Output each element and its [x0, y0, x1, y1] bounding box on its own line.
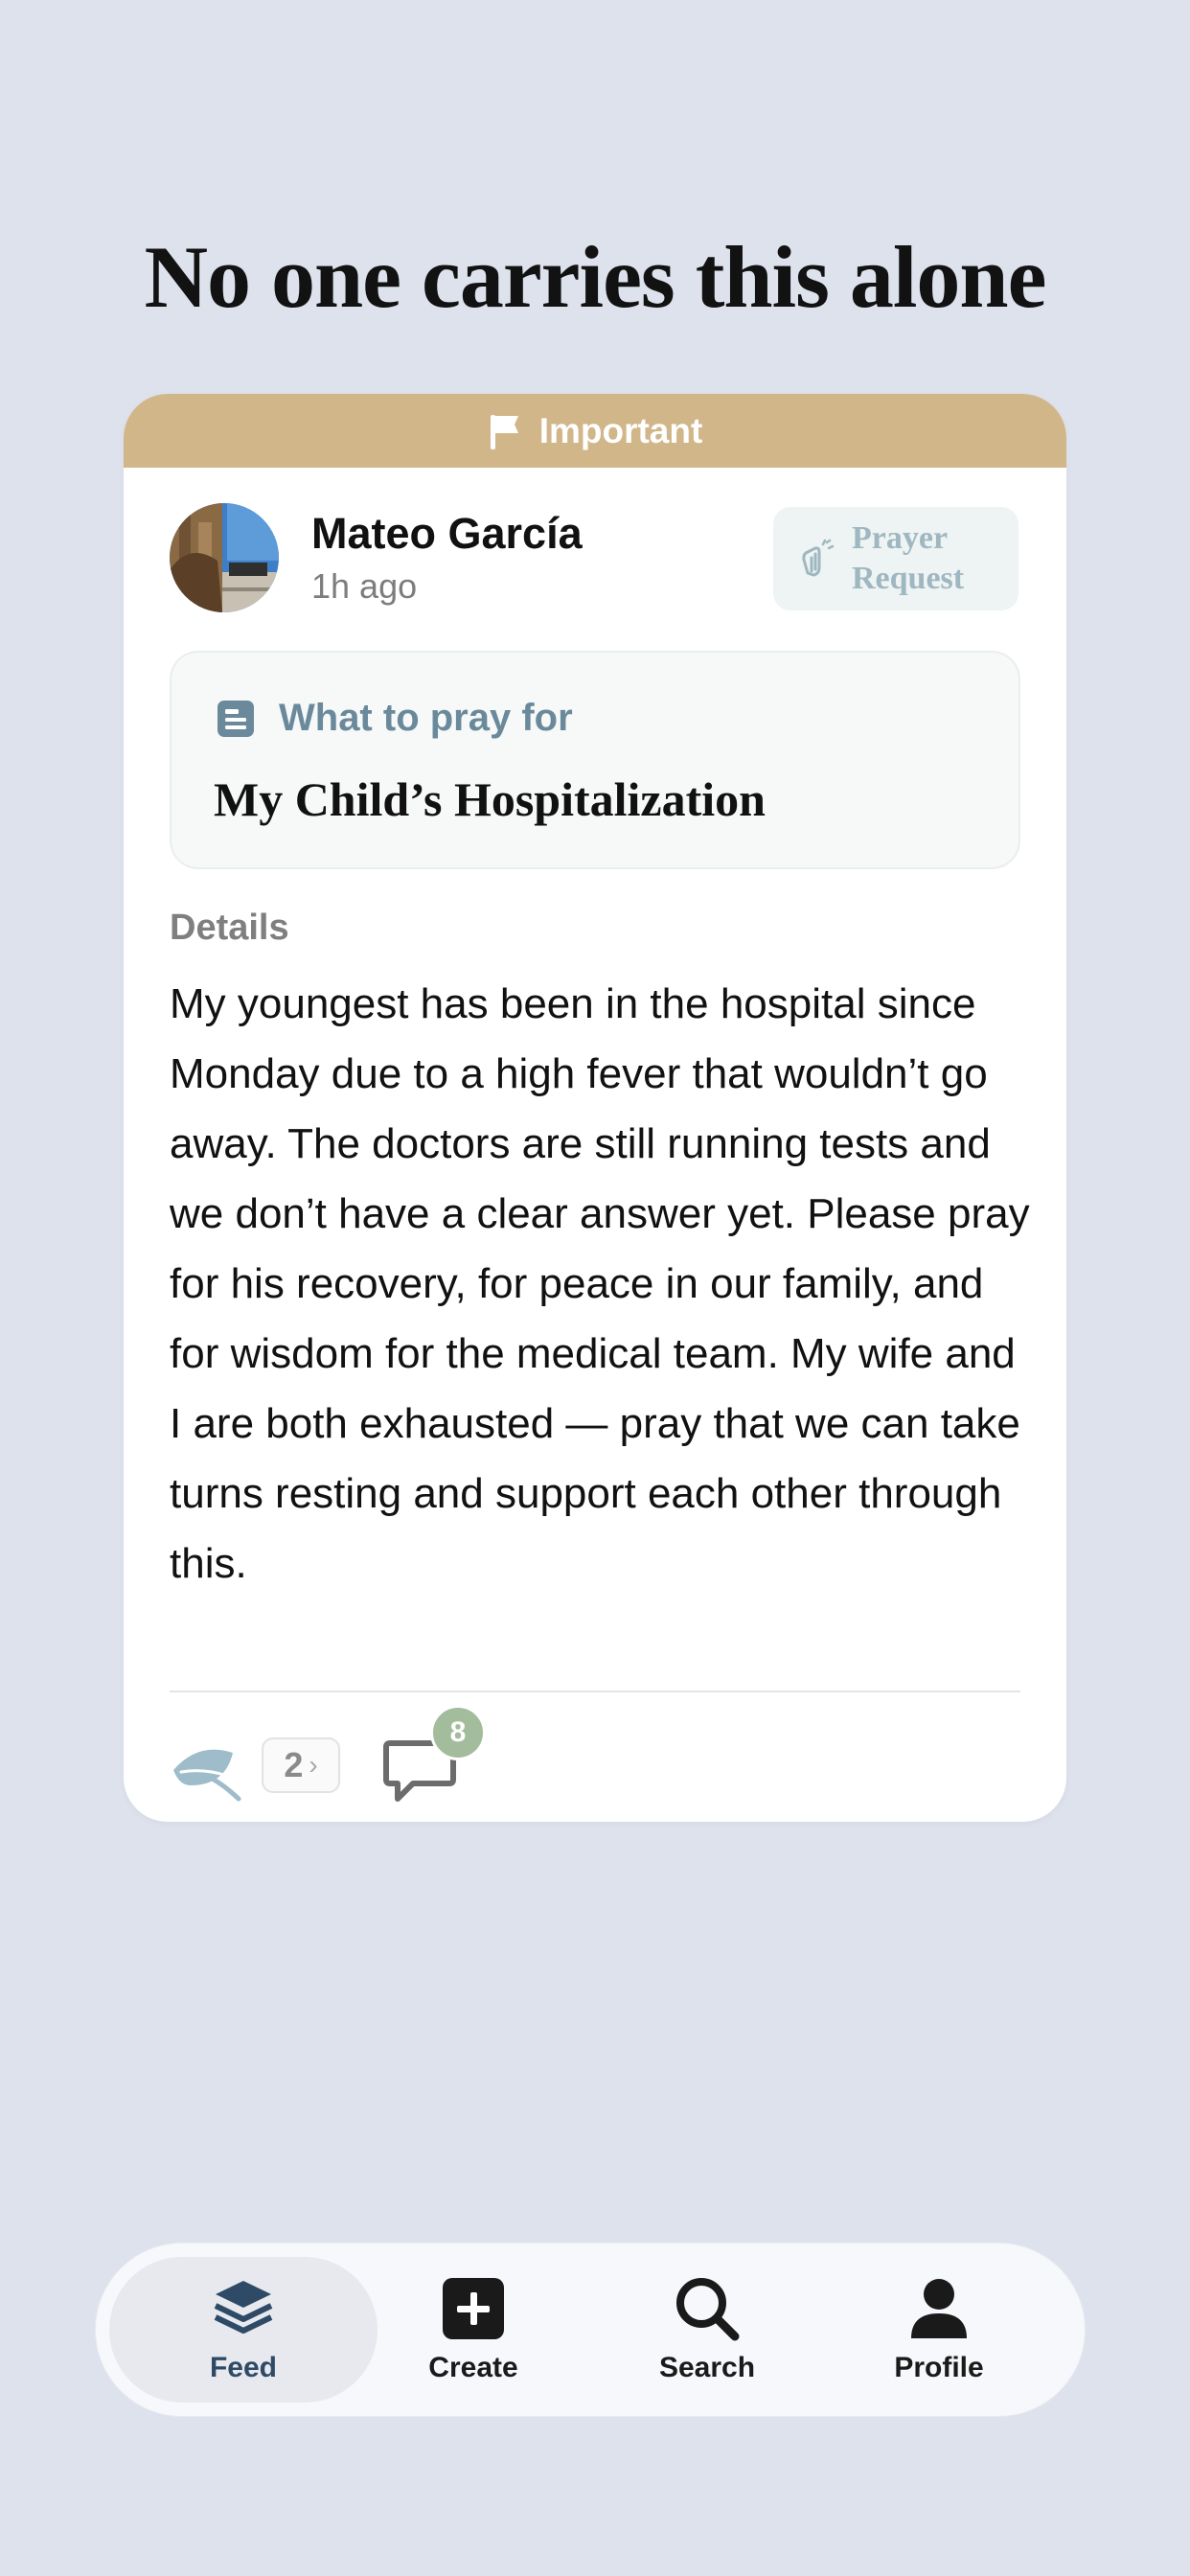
tab-search[interactable]: Search [602, 2243, 812, 2416]
flag-icon [490, 414, 518, 449]
tab-search-label: Search [658, 2352, 756, 2383]
banner-label: Important [538, 410, 703, 450]
search-icon [676, 2278, 740, 2341]
page-headline: No one carries this alone [144, 228, 1047, 326]
tab-bar: Feed Create Search Profile [96, 2243, 1085, 2416]
tab-profile[interactable]: Profile [834, 2243, 1044, 2416]
pray-for-heading: What to pray for [216, 697, 573, 740]
tab-create[interactable]: Create [368, 2243, 579, 2416]
what-to-pray-for-box: What to pray for My Child’s Hospitalizat… [170, 651, 1020, 869]
prayer-count-button[interactable]: 2 › [262, 1737, 340, 1793]
person-icon [911, 2279, 967, 2338]
tab-create-label: Create [428, 2352, 518, 2383]
pray-for-title: My Child’s Hospitalization [214, 772, 766, 826]
note-icon [217, 700, 254, 737]
layers-icon [214, 2281, 273, 2334]
avatar[interactable] [170, 503, 279, 612]
plus-square-icon [443, 2278, 504, 2339]
important-banner: Important [124, 394, 1066, 468]
prayer-post-card[interactable]: Important Mateo García 1h ago Prayer Req… [124, 394, 1066, 1822]
pray-for-heading-label: What to pray for [279, 697, 573, 739]
details-text: My youngest has been in the hospital sin… [170, 980, 1030, 1587]
author-name[interactable]: Mateo García [311, 509, 583, 559]
praying-hands-icon [802, 539, 835, 577]
comment-count-badge: 8 [430, 1705, 486, 1760]
tab-feed-label: Feed [209, 2352, 278, 2383]
tab-profile-label: Profile [894, 2352, 984, 2383]
post-time: 1h ago [311, 566, 418, 606]
chevron-right-icon: › [309, 1750, 318, 1780]
tag-label: Prayer Request [852, 520, 965, 596]
prayer-request-tag: Prayer Request [773, 507, 1018, 610]
divider [170, 1690, 1020, 1692]
tab-feed[interactable]: Feed [138, 2243, 349, 2416]
leaf-icon[interactable] [170, 1732, 242, 1805]
details-label: Details [170, 908, 289, 948]
prayer-count: 2 [284, 1745, 304, 1784]
